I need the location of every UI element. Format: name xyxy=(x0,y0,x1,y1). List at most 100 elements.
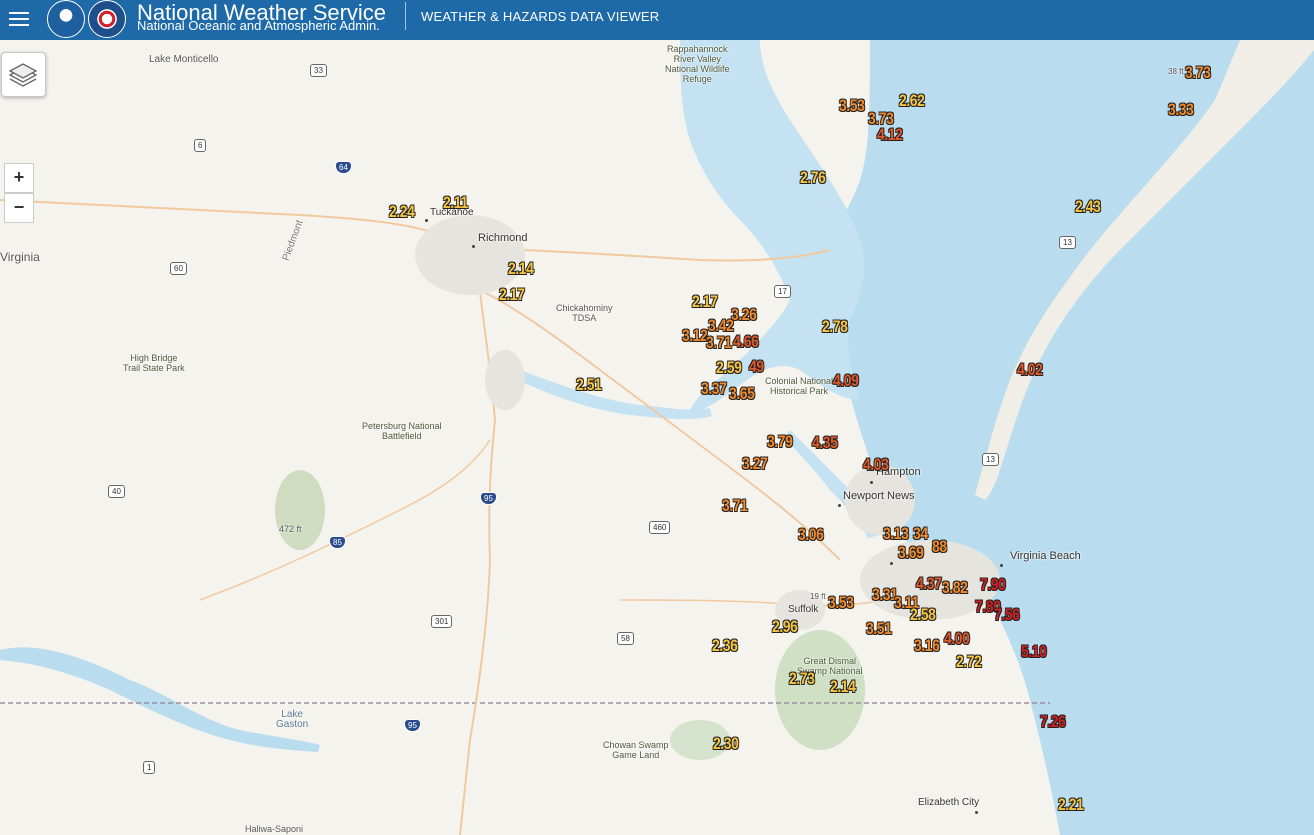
precip-value-label: 3.69 xyxy=(898,543,924,562)
place-elizabeth-city: Elizabeth City xyxy=(918,797,980,808)
site-subtitle: National Oceanic and Atmospheric Admin. xyxy=(137,18,380,33)
precip-value-label: 2.59 xyxy=(716,358,742,377)
precip-value-label: 3.51 xyxy=(866,619,892,638)
precip-value-label: 2.73 xyxy=(789,669,815,688)
precip-value-label: 2.11 xyxy=(443,193,468,212)
precip-value-label: 2.62 xyxy=(899,91,925,110)
precip-value-label: 5.10 xyxy=(1021,642,1047,661)
basemap xyxy=(0,40,1314,835)
precip-value-label: 3.53 xyxy=(828,593,854,612)
precip-value-label: 34 xyxy=(913,524,928,543)
route-shield: 40 xyxy=(108,485,125,498)
precip-value-label: 3.65 xyxy=(729,384,755,403)
precip-value-label: 3.12 xyxy=(682,326,708,345)
precip-value-label: 3.37 xyxy=(701,379,727,398)
precip-value-label: 4.66 xyxy=(733,332,759,351)
precip-value-label: 2.21 xyxy=(1058,795,1084,814)
route-shield: 6 xyxy=(194,139,207,152)
place-lake-monticello: Lake Monticello xyxy=(149,54,219,65)
route-shield: 13 xyxy=(1059,236,1076,249)
route-shield: 17 xyxy=(774,285,791,298)
precip-value-label: 3.06 xyxy=(798,525,824,544)
place-chickahominy: Chickahominy TDSA xyxy=(556,303,613,323)
precip-value-label: 4.12 xyxy=(877,125,903,144)
place-high-bridge: High Bridge Trail State Park xyxy=(123,353,185,373)
route-shield: 58 xyxy=(617,632,634,645)
precip-value-label: 3.73 xyxy=(1185,63,1211,82)
place-virginia-beach: Virginia Beach xyxy=(1010,550,1081,562)
zoom-in-button[interactable]: + xyxy=(4,163,34,193)
place-chowan-swamp: Chowan Swamp Game Land xyxy=(603,740,669,760)
zoom-out-button[interactable]: − xyxy=(4,193,34,223)
place-rappahannock-refuge: Rappahannock River Valley National Wildl… xyxy=(665,44,730,84)
precip-value-label: 3.71 xyxy=(706,333,732,352)
city-dot xyxy=(890,562,893,565)
precip-value-label: 4.00 xyxy=(944,629,970,648)
app-header: National Weather Service National Oceani… xyxy=(0,0,1314,40)
precip-value-label: 2.78 xyxy=(822,317,848,336)
precip-value-label: 49 xyxy=(749,357,764,376)
city-dot xyxy=(838,504,841,507)
precip-value-label: 2.36 xyxy=(712,636,738,655)
precip-value-label: 7.56 xyxy=(994,605,1020,624)
precip-value-label: 88 xyxy=(932,537,947,556)
precip-value-label: 3.71 xyxy=(722,496,748,515)
place-elevation-19: 19 ft xyxy=(810,592,826,601)
precip-value-label: 7.26 xyxy=(1040,712,1066,731)
route-shield: 1 xyxy=(143,761,156,774)
precip-value-label: 2.96 xyxy=(772,617,798,636)
precip-value-label: 3.13 xyxy=(883,524,909,543)
precip-value-label: 7.90 xyxy=(980,575,1006,594)
precip-value-label: 4.35 xyxy=(812,433,838,452)
layers-icon xyxy=(8,63,38,87)
precip-value-label: 2.72 xyxy=(956,652,982,671)
precip-value-label: 4.09 xyxy=(833,371,859,390)
nws-logo[interactable] xyxy=(88,0,126,38)
noaa-logo[interactable] xyxy=(47,0,85,38)
place-richmond: Richmond xyxy=(478,232,528,244)
place-lake-gaston: Lake Gaston xyxy=(276,709,309,730)
precip-value-label: 2.30 xyxy=(713,734,739,753)
city-dot xyxy=(975,811,978,814)
precip-value-label: 2.17 xyxy=(499,285,525,304)
precip-value-label: 2.14 xyxy=(508,259,534,278)
hamburger-menu-icon[interactable] xyxy=(9,8,29,30)
app-name: WEATHER & HAZARDS DATA VIEWER xyxy=(421,9,660,24)
precip-value-label: 3.79 xyxy=(767,432,793,451)
precip-value-label: 2.17 xyxy=(692,292,718,311)
precip-value-label: 3.16 xyxy=(914,636,940,655)
route-shield: 33 xyxy=(310,64,327,77)
precip-value-label: 2.76 xyxy=(800,168,826,187)
precip-value-label: 2.14 xyxy=(830,677,856,696)
precip-value-label: 2.58 xyxy=(910,605,936,624)
precip-value-label: 4.02 xyxy=(1017,360,1043,379)
place-virginia: Virginia xyxy=(0,250,40,264)
precip-value-label: 3.27 xyxy=(742,454,768,473)
city-dot xyxy=(425,219,428,222)
layers-button[interactable] xyxy=(1,52,46,97)
place-elevation-472: 472 ft xyxy=(279,524,302,534)
route-shield: 60 xyxy=(170,262,187,275)
place-newport-news: Newport News xyxy=(843,490,915,502)
city-dot xyxy=(1000,564,1003,567)
precip-value-label: 2.43 xyxy=(1075,197,1101,216)
precip-value-label: 3.82 xyxy=(942,578,968,597)
place-suffolk: Suffolk xyxy=(788,604,819,615)
place-haliwa-saponi: Haliwa-Saponi xyxy=(245,824,304,834)
city-dot xyxy=(472,245,475,248)
route-shield: 460 xyxy=(649,521,671,534)
map-canvas[interactable]: Lake Monticello Rappahannock River Valle… xyxy=(0,40,1314,835)
header-divider xyxy=(405,2,406,30)
precip-value-label: 2.51 xyxy=(576,375,602,394)
precip-value-label: 2.24 xyxy=(389,202,415,221)
route-shield: 301 xyxy=(431,615,453,628)
precip-value-label: 3.33 xyxy=(1168,100,1194,119)
route-shield: 13 xyxy=(982,453,999,466)
precip-value-label: 3.53 xyxy=(839,96,865,115)
precip-value-label: 4.03 xyxy=(863,455,889,474)
place-petersburg: Petersburg National Battlefield xyxy=(362,421,442,441)
precip-value-label: 4.37 xyxy=(916,574,942,593)
place-elevation-38: 38 ft xyxy=(1168,67,1184,76)
precip-value-label: 3.26 xyxy=(731,305,757,324)
place-colonial: Colonial National Historical Park xyxy=(765,376,834,396)
